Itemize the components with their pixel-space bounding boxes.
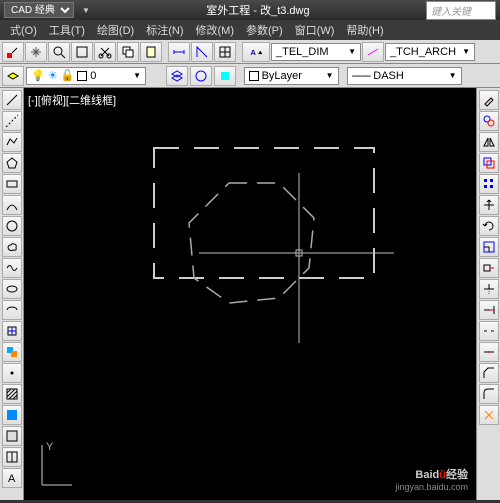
arch-style-combo[interactable]: _TCH_ARCH▼ (385, 43, 475, 61)
toolbar-main: A _TEL_DIM▼ _TCH_ARCH▼ (0, 40, 500, 64)
dropdown-icon[interactable]: ▼ (82, 6, 90, 15)
chevron-down-icon: ▼ (462, 47, 470, 56)
erase-icon[interactable] (479, 90, 499, 110)
polyline-icon[interactable] (2, 132, 22, 152)
dim-linear-icon[interactable] (168, 42, 190, 62)
gradient-icon[interactable] (2, 405, 22, 425)
table-icon[interactable] (214, 42, 236, 62)
ellipse-icon[interactable] (2, 279, 22, 299)
mirror-icon[interactable] (479, 132, 499, 152)
move-icon[interactable] (479, 195, 499, 215)
text-icon[interactable]: A (242, 42, 270, 62)
chamfer-icon[interactable] (479, 363, 499, 383)
table-draw-icon[interactable] (2, 447, 22, 467)
zoom-icon[interactable] (48, 42, 70, 62)
menu-dimension[interactable]: 标注(N) (140, 20, 189, 40)
menu-help[interactable]: 帮助(H) (340, 20, 389, 40)
svg-text:Y: Y (46, 441, 54, 453)
extend-icon[interactable] (479, 300, 499, 320)
chevron-down-icon: ▼ (449, 71, 457, 80)
insert-icon[interactable] (2, 321, 22, 341)
region-icon[interactable] (2, 426, 22, 446)
offset-icon[interactable] (479, 153, 499, 173)
menubar: 式(O) 工具(T) 绘图(D) 标注(N) 修改(M) 参数(P) 窗口(W)… (0, 20, 500, 40)
pan-icon[interactable] (25, 42, 47, 62)
color-swatch (77, 71, 87, 81)
color-swatch (249, 71, 259, 81)
scale-icon[interactable] (479, 237, 499, 257)
rectangle-icon[interactable] (2, 174, 22, 194)
menu-params[interactable]: 参数(P) (240, 20, 289, 40)
fillet-icon[interactable] (479, 384, 499, 404)
line-icon[interactable] (2, 90, 22, 110)
spline-icon[interactable] (2, 258, 22, 278)
draw-toolbar: A (0, 88, 24, 500)
mtext-icon[interactable]: A (2, 468, 22, 488)
layer-combo[interactable]: 💡☀🔓 0 ▼ (26, 67, 146, 85)
menu-draw[interactable]: 绘图(D) (91, 20, 140, 40)
svg-text:A: A (8, 473, 16, 485)
revcloud-icon[interactable] (2, 237, 22, 257)
zoom-window-icon[interactable] (71, 42, 93, 62)
layer-toolbar: 💡☀🔓 0 ▼ ByLayer ▼ ------- DASH ▼ (0, 64, 500, 88)
svg-text:A: A (250, 47, 256, 56)
arc-icon[interactable] (2, 195, 22, 215)
polygon-icon[interactable] (2, 153, 22, 173)
copy-icon[interactable] (117, 42, 139, 62)
workspace-selector[interactable]: CAD 经典 (4, 2, 74, 18)
copy-mod-icon[interactable] (479, 111, 499, 131)
drawing-canvas[interactable]: [-][俯视][二维线框] Y Baidŭ经验 jingyan.baidu.co… (24, 88, 476, 500)
layer-prop-icon[interactable] (2, 66, 24, 86)
chevron-down-icon: ▼ (133, 71, 141, 80)
watermark: Baidŭ经验 jingyan.baidu.com (395, 465, 468, 492)
circle-icon[interactable] (2, 216, 22, 236)
layer-states-icon[interactable] (166, 66, 188, 86)
paste-icon[interactable] (140, 42, 162, 62)
stretch-icon[interactable] (479, 258, 499, 278)
main-area: A [-][俯视][二维线框] Y Baidŭ经验 jingyan.baidu.… (0, 88, 500, 500)
drawing-content (24, 88, 476, 500)
hatch-icon[interactable] (2, 384, 22, 404)
dim-style-combo[interactable]: _TEL_DIM▼ (271, 43, 361, 61)
layer-prev-icon[interactable] (214, 66, 236, 86)
menu-tools[interactable]: 工具(T) (43, 20, 91, 40)
search-input[interactable]: 键入关键 (426, 1, 496, 20)
window-title: 室外工程 - 改_t3.dwg (98, 2, 418, 18)
array-icon[interactable] (479, 174, 499, 194)
view-label: [-][俯视][二维线框] (28, 92, 116, 108)
xline-icon[interactable] (2, 111, 22, 131)
join-icon[interactable] (479, 342, 499, 362)
rotate-icon[interactable] (479, 216, 499, 236)
block-icon[interactable] (2, 342, 22, 362)
menu-modify[interactable]: 修改(M) (190, 20, 241, 40)
dim-tool-icon[interactable] (362, 42, 384, 62)
trim-icon[interactable] (479, 279, 499, 299)
titlebar: CAD 经典 ▼ 室外工程 - 改_t3.dwg 键入关键 (0, 0, 500, 20)
point-icon[interactable] (2, 363, 22, 383)
menu-window[interactable]: 窗口(W) (289, 20, 341, 40)
chevron-down-icon: ▼ (348, 47, 356, 56)
chevron-down-icon: ▼ (326, 71, 334, 80)
match-prop-icon[interactable] (2, 42, 24, 62)
modify-toolbar (476, 88, 500, 500)
cut-icon[interactable] (94, 42, 116, 62)
color-combo[interactable]: ByLayer ▼ (244, 67, 339, 85)
break-icon[interactable] (479, 321, 499, 341)
menu-format[interactable]: 式(O) (4, 20, 43, 40)
ucs-icon: Y (34, 440, 74, 490)
layer-iso-icon[interactable] (190, 66, 212, 86)
ellipse-arc-icon[interactable] (2, 300, 22, 320)
dim-angular-icon[interactable] (191, 42, 213, 62)
linetype-combo[interactable]: ------- DASH ▼ (347, 67, 462, 85)
explode-icon[interactable] (479, 405, 499, 425)
